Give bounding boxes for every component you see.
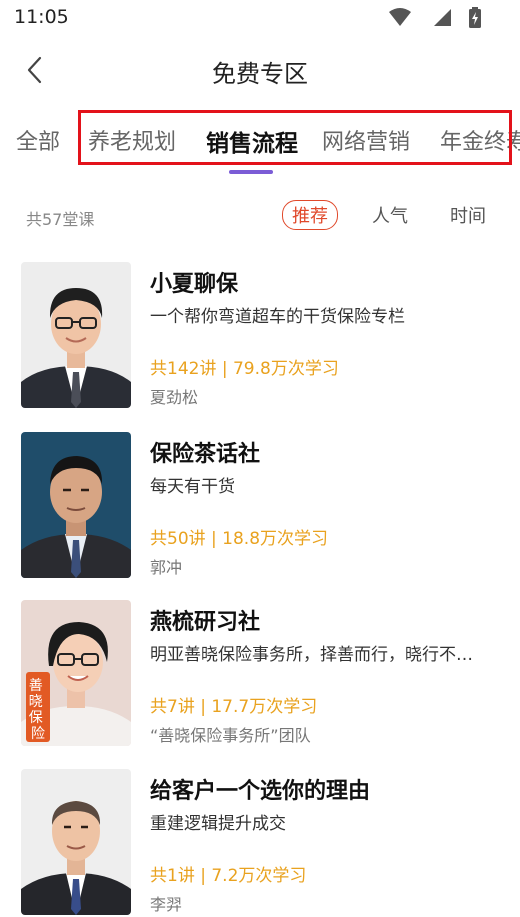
course-title: 保险茶话社 [150,442,261,467]
status-icons [382,7,482,28]
status-bar: 11:05 [0,0,520,34]
course-thumbnail [21,262,131,408]
course-subtitle: 重建逻辑提升成交 [150,814,286,834]
highlight-box [78,110,512,165]
list-item[interactable]: 善 晓 保 险 燕梳研习社 明亚善晓保险事务所，择善而行，晓行不… 共7讲 | … [0,598,520,748]
cellular-signal-icon [434,9,451,26]
course-stats: 共142讲 | 79.8万次学习 [150,359,339,379]
nav-bar: 免费专区 [0,40,520,100]
course-stats: 共7讲 | 17.7万次学习 [150,697,318,717]
course-count: 共57堂课 [26,210,95,229]
course-thumbnail [21,769,131,915]
sort-time[interactable]: 时间 [450,202,486,228]
course-subtitle: 明亚善晓保险事务所，择善而行，晓行不… [150,645,473,665]
badge-char-2: 晓 [29,694,43,710]
course-thumbnail: 善 晓 保 险 [21,600,131,746]
status-time: 11:05 [14,6,69,28]
course-author: 李羿 [150,895,183,914]
badge-char-3: 保 [29,710,43,726]
battery-charging-icon [469,7,481,28]
page-title: 免费专区 [212,60,308,88]
sort-popularity[interactable]: 人气 [372,202,408,228]
active-tab-indicator [229,170,273,174]
list-item[interactable]: 小夏聊保 一个帮你弯道超车的干货保险专栏 共142讲 | 79.8万次学习 夏劲… [0,260,520,410]
sort-recommended[interactable]: 推荐 [282,200,338,230]
badge-char-1: 善 [29,678,43,694]
course-author: 夏劲松 [150,388,199,407]
course-stats: 共1讲 | 7.2万次学习 [150,866,307,886]
course-author: 郭冲 [150,558,183,577]
filter-bar: 共57堂课 推荐 人气 时间 [0,196,520,236]
course-subtitle: 一个帮你弯道超车的干货保险专栏 [150,307,405,327]
thumbnail-badge-text: 善 晓 保 险 [29,678,47,742]
course-author: “善晓保险事务所”团队 [150,726,311,745]
wifi-icon [389,8,411,26]
course-stats: 共50讲 | 18.8万次学习 [150,529,329,549]
course-title: 燕梳研习社 [150,610,261,635]
list-item[interactable]: 给客户一个选你的理由 重建逻辑提升成交 共1讲 | 7.2万次学习 李羿 [0,767,520,917]
course-title: 小夏聊保 [150,272,239,297]
tab-all[interactable]: 全部 [16,124,60,156]
course-subtitle: 每天有干货 [150,477,235,497]
list-item[interactable]: 保险茶话社 每天有干货 共50讲 | 18.8万次学习 郭冲 [0,430,520,580]
course-thumbnail [21,432,131,578]
badge-char-4: 险 [31,726,45,742]
course-title: 给客户一个选你的理由 [150,779,371,804]
